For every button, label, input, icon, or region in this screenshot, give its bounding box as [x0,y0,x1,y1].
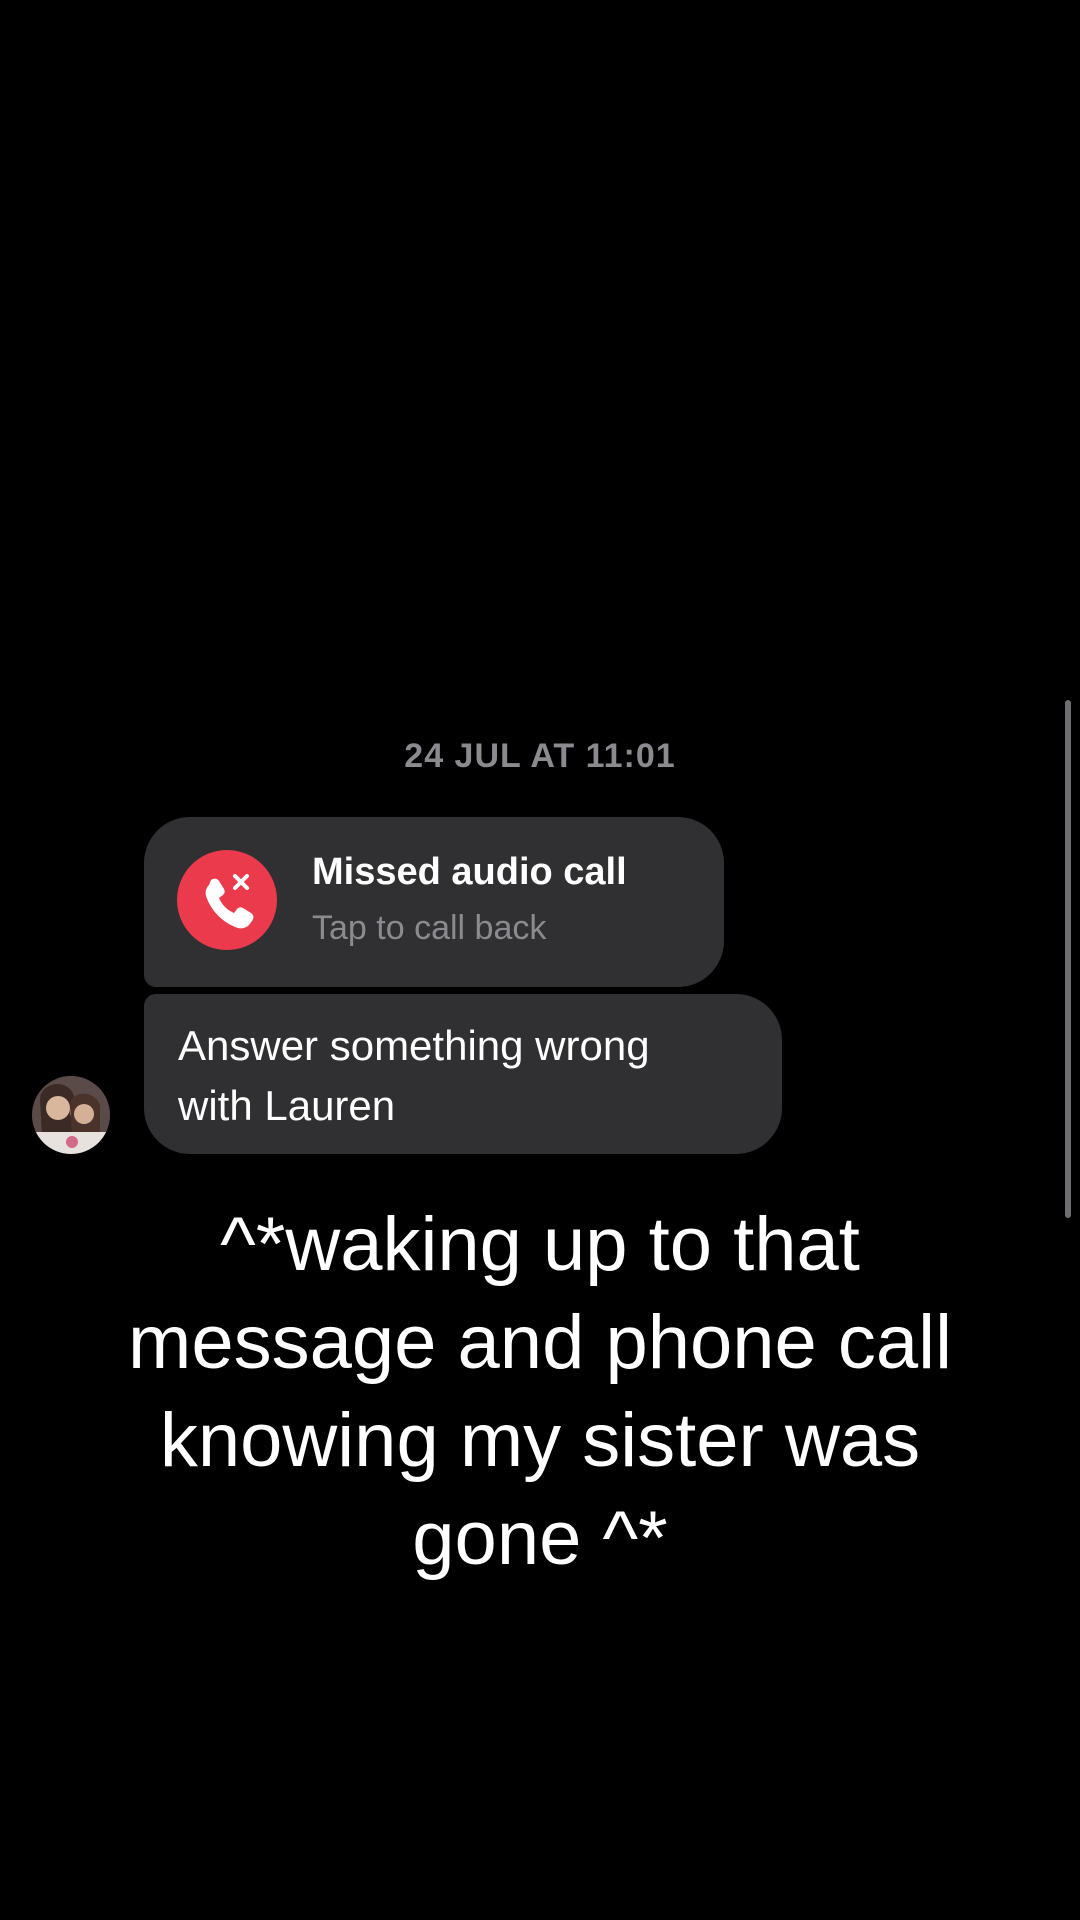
message-timestamp: 24 JUL AT 11:01 [404,737,676,775]
sender-avatar[interactable] [32,1076,110,1154]
message-text-line-1: Answer something wrong [178,1022,650,1069]
scrollbar[interactable] [1065,700,1071,1218]
chat-screen: 24 JUL AT 11:01 Missed audio call Tap to… [0,0,1080,1920]
message-bubble[interactable]: Answer something wrong with Lauren [144,994,782,1154]
caption-line-4: gone ^* [412,1496,668,1581]
caption-line-3: knowing my sister was [159,1398,921,1483]
video-caption: ^*waking up to that message and phone ca… [60,1196,1020,1588]
missed-call-bubble[interactable]: Missed audio call Tap to call back [144,817,724,987]
caption-line-2: message and phone call [128,1300,952,1385]
missed-call-title: Missed audio call [312,851,627,893]
message-text-line-2: with Lauren [178,1082,396,1129]
call-back-label[interactable]: Tap to call back [312,909,546,948]
missed-call-icon [177,850,277,950]
caption-line-1: ^*waking up to that [220,1202,860,1287]
